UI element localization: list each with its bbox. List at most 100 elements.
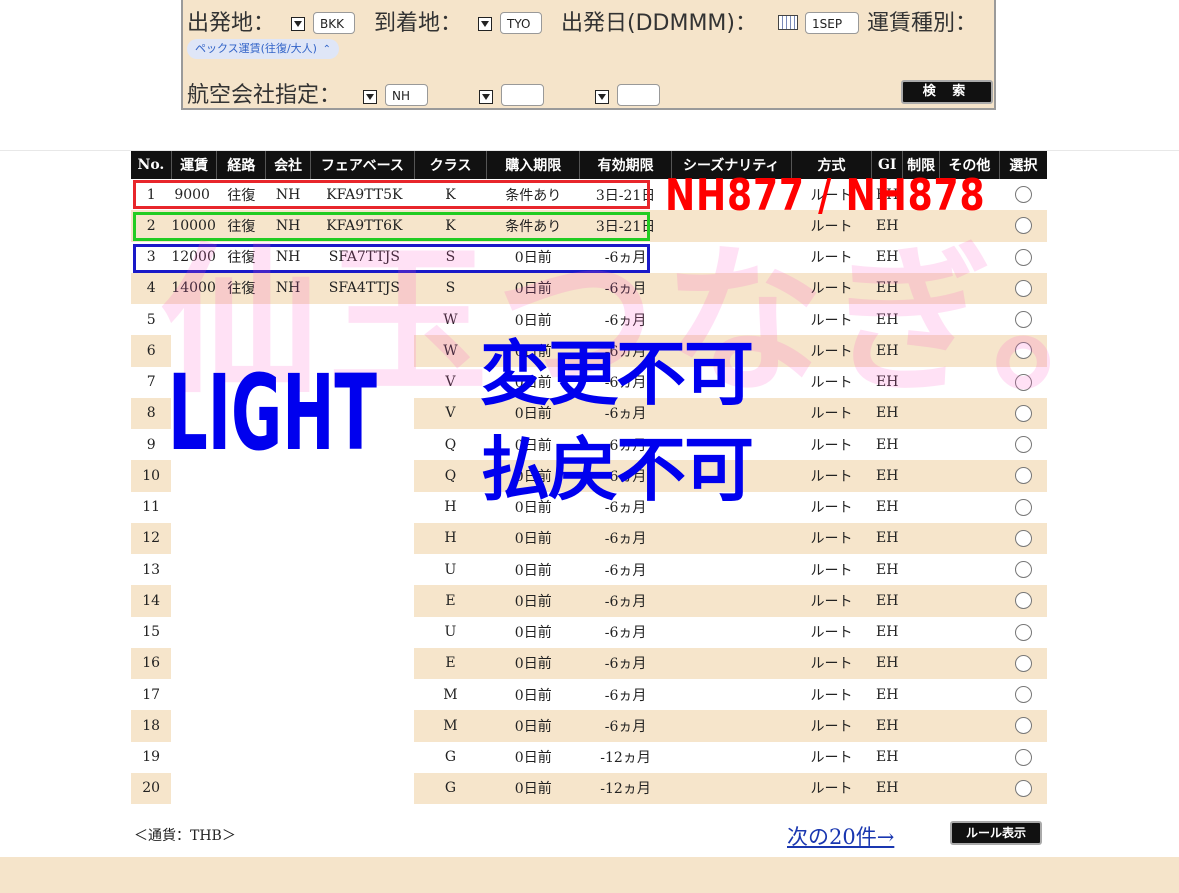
destination-dropdown-icon[interactable] <box>478 17 492 31</box>
cell-method: ルート <box>791 460 872 492</box>
cell-season <box>671 742 791 773</box>
cell-carrier <box>266 742 311 773</box>
cell-no: 11 <box>142 499 161 516</box>
cell-purchase: 0日前 <box>486 585 580 617</box>
fare-type-label: 運賃種別： <box>867 11 978 36</box>
cell-limit <box>903 617 940 648</box>
cell-purchase: 0日前 <box>514 625 552 642</box>
footer-band <box>0 857 1179 893</box>
cell-fare <box>171 554 217 585</box>
search-form: 出発地： BKK 到着地： TYO 出発日(DDMMM)： 1SEP 運賃種別：… <box>181 0 996 110</box>
calendar-icon[interactable] <box>778 15 798 30</box>
fare-type-select[interactable]: ペックス運賃(往復/大人) <box>187 39 339 60</box>
column-header: 選択 <box>998 151 1047 179</box>
cell-select <box>999 585 1047 617</box>
cell-gi: EH <box>875 561 899 578</box>
origin-dropdown-icon[interactable] <box>291 17 305 31</box>
select-radio[interactable] <box>1014 654 1032 672</box>
origin-input[interactable]: BKK <box>313 12 355 34</box>
cell-gi: EH <box>871 460 903 492</box>
cell-cls: E <box>414 585 487 617</box>
search-button[interactable]: 検 索 <box>901 80 993 104</box>
cell-basis <box>310 617 414 648</box>
cell-basis <box>310 679 414 710</box>
table-row: 16 E 0日前 -6ヵ月 ルート EH <box>131 647 1047 679</box>
select-radio[interactable] <box>1014 779 1032 797</box>
cell-route <box>216 585 266 617</box>
airline-3-dropdown-icon[interactable] <box>595 90 609 104</box>
column-header: No. <box>131 151 172 179</box>
select-radio[interactable] <box>1014 623 1032 641</box>
cell-cls: M <box>443 686 458 703</box>
column-header: クラス <box>413 151 487 179</box>
cell-cls: Q <box>444 436 457 453</box>
cell-no: 18 <box>131 710 172 742</box>
airline-3-input[interactable] <box>617 84 660 106</box>
cell-carrier <box>266 679 311 710</box>
destination-input[interactable]: TYO <box>500 12 542 34</box>
table-row: 19 G 0日前 -12ヵ月 ルート EH <box>131 742 1047 773</box>
cell-purchase: 0日前 <box>486 710 580 742</box>
departure-date-input[interactable]: 1SEP <box>805 12 859 34</box>
cell-validity: -12ヵ月 <box>600 750 651 767</box>
cell-fare <box>171 772 217 804</box>
no-change-annotation: 変更不可 <box>480 333 754 415</box>
select-radio[interactable] <box>1014 748 1032 766</box>
airline-2-input[interactable] <box>501 84 544 106</box>
select-radio[interactable] <box>1014 686 1032 704</box>
cell-no: 20 <box>131 772 172 804</box>
cell-cls: M <box>414 710 487 742</box>
cell-fare <box>171 585 217 617</box>
currency-label: ＜通貨：THB＞ <box>134 828 236 844</box>
airline-1-input[interactable]: NH <box>385 84 428 106</box>
select-radio[interactable] <box>1014 717 1032 735</box>
select-radio[interactable] <box>1014 592 1032 610</box>
column-header: 会社 <box>265 151 311 179</box>
select-radio[interactable] <box>1014 467 1032 485</box>
select-radio[interactable] <box>1014 561 1032 579</box>
table-row: 17 M 0日前 -6ヵ月 ルート EH <box>131 679 1047 710</box>
cell-select <box>999 429 1047 460</box>
cell-limit <box>903 742 940 773</box>
cell-fare <box>171 710 217 742</box>
table-row: 12 H 0日前 -6ヵ月 ルート EH <box>131 522 1047 554</box>
cell-gi: EH <box>871 772 903 804</box>
cell-basis <box>310 554 414 585</box>
cell-method: ルート <box>791 772 872 804</box>
next-page-link[interactable]: 次の20件→ <box>787 821 894 851</box>
cell-basis <box>310 710 415 742</box>
rule-display-button[interactable]: ルール表示 <box>950 821 1042 845</box>
cell-validity: -6ヵ月 <box>579 647 672 679</box>
select-radio[interactable] <box>1014 498 1032 516</box>
cell-select <box>999 460 1047 492</box>
cell-route <box>217 554 266 585</box>
table-row: 18 M 0日前 -6ヵ月 ルート EH <box>131 710 1047 742</box>
cell-carrier <box>265 710 311 742</box>
airline-1-dropdown-icon[interactable] <box>363 90 377 104</box>
cell-season <box>671 772 792 804</box>
cell-carrier <box>265 522 311 554</box>
cell-season <box>671 679 791 710</box>
cell-limit <box>903 679 940 710</box>
cell-route <box>217 492 266 523</box>
cell-season <box>671 585 792 617</box>
no-refund-annotation: 払戻不可 <box>480 429 754 511</box>
cell-method: ルート <box>810 687 853 704</box>
column-header: 経路 <box>216 151 266 179</box>
cell-fare <box>171 492 217 523</box>
select-radio[interactable] <box>1014 436 1032 454</box>
cell-no: 9 <box>146 436 156 453</box>
select-radio[interactable] <box>1014 529 1032 547</box>
cell-carrier <box>266 617 311 648</box>
cell-limit <box>902 710 940 742</box>
cell-carrier <box>265 772 311 804</box>
cell-no: 14 <box>131 585 172 617</box>
cell-select <box>999 492 1047 523</box>
cell-cls: G <box>444 749 457 766</box>
cell-basis <box>310 772 415 804</box>
cell-other <box>939 460 1000 492</box>
table-row: 15 U 0日前 -6ヵ月 ルート EH <box>131 617 1047 648</box>
airline-2-dropdown-icon[interactable] <box>479 90 493 104</box>
cell-method: ルート <box>810 500 853 517</box>
cell-cls: H <box>414 522 487 554</box>
